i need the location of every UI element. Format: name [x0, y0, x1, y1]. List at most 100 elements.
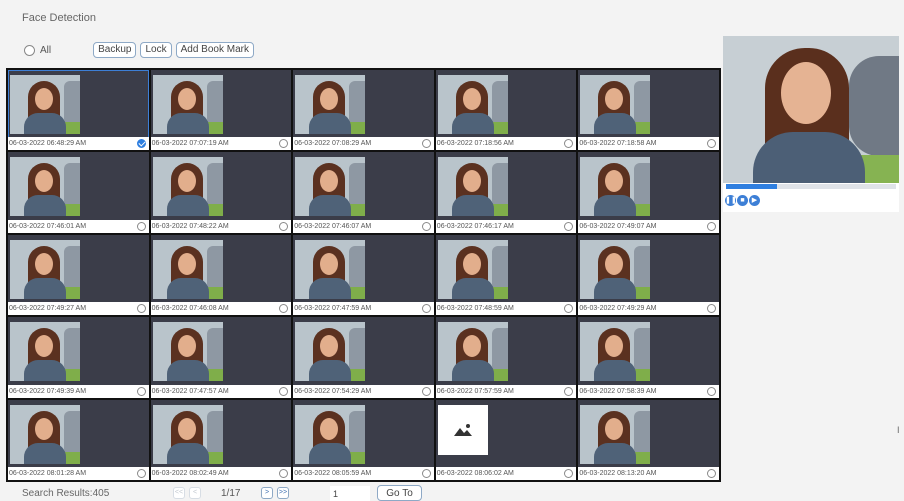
- select-radio[interactable]: [421, 386, 431, 396]
- face-thumbnail-cell[interactable]: 06-03-2022 07:54:29 AM: [293, 317, 434, 398]
- thumbnail-timestamp: 06-03-2022 07:46:01 AM: [9, 222, 87, 230]
- prev-page-button[interactable]: <: [189, 487, 201, 499]
- thumbnail-timestamp: 06-03-2022 07:18:56 AM: [436, 140, 514, 148]
- select-radio[interactable]: [136, 304, 146, 314]
- select-radio[interactable]: [279, 304, 289, 314]
- all-label: All: [40, 44, 52, 56]
- all-radio[interactable]: [24, 44, 35, 56]
- next-page-button[interactable]: >: [261, 487, 273, 499]
- thumbnail-timestamp: 06-03-2022 07:08:29 AM: [294, 140, 372, 148]
- thumbnail-caption: 06-03-2022 07:46:07 AM: [293, 219, 434, 233]
- thumbnail-timestamp: 06-03-2022 07:57:59 AM: [436, 387, 514, 395]
- footer: Search Results:405 << < 1/17 > >> Go To: [0, 484, 904, 501]
- face-thumbnail-cell[interactable]: 06-03-2022 07:47:57 AM: [150, 317, 292, 398]
- face-thumbnail-cell[interactable]: 06-03-2022 07:18:58 AM: [578, 70, 719, 151]
- page-indicator: 1/17: [221, 488, 241, 499]
- thumbnail-caption: 06-03-2022 07:49:39 AM: [8, 384, 149, 398]
- face-thumbnail-image: [152, 239, 223, 299]
- face-thumbnail-cell[interactable]: 06-03-2022 07:57:59 AM: [435, 317, 577, 398]
- face-thumbnail-image: [580, 157, 651, 217]
- select-radio[interactable]: [564, 304, 574, 314]
- select-radio[interactable]: [707, 469, 716, 478]
- select-radio[interactable]: [564, 469, 574, 478]
- search-results: Search Results:405: [22, 488, 110, 499]
- add-bookmark-button[interactable]: Add Book Mark: [175, 42, 254, 58]
- go-to-button[interactable]: Go To: [377, 485, 422, 501]
- thumbnail-caption: 06-03-2022 07:18:56 AM: [435, 137, 577, 151]
- face-thumbnail-cell[interactable]: 06-03-2022 07:49:27 AM: [8, 234, 149, 316]
- thumbnail-caption: 06-03-2022 08:05:59 AM: [293, 467, 434, 480]
- last-page-button[interactable]: >>: [277, 487, 289, 499]
- face-thumbnail-cell[interactable]: 06-03-2022 07:49:29 AM: [578, 234, 719, 316]
- selected-check-icon[interactable]: [136, 139, 146, 149]
- thumbnail-timestamp: 06-03-2022 06:48:29 AM: [9, 140, 87, 148]
- select-radio[interactable]: [707, 221, 716, 231]
- face-thumbnail-cell[interactable]: 06-03-2022 07:49:39 AM: [8, 317, 149, 398]
- select-radio[interactable]: [279, 139, 289, 149]
- select-radio[interactable]: [136, 386, 146, 396]
- lock-button[interactable]: Lock: [140, 42, 172, 58]
- face-thumbnail-cell[interactable]: 06-03-2022 08:02:49 AM: [150, 399, 292, 480]
- thumbnail-caption: 06-03-2022 07:49:29 AM: [578, 302, 719, 316]
- thumbnail-caption: 06-03-2022 07:54:29 AM: [293, 384, 434, 398]
- face-thumbnail-cell[interactable]: 06-03-2022 08:01:28 AM: [8, 399, 149, 480]
- face-thumbnail-cell[interactable]: 06-03-2022 07:58:39 AM: [578, 317, 719, 398]
- face-thumbnail-cell[interactable]: 06-03-2022 08:05:59 AM: [293, 399, 434, 480]
- thumbnail-timestamp: 06-03-2022 07:49:39 AM: [9, 387, 87, 395]
- face-thumbnail-cell[interactable]: 06-03-2022 07:07:19 AM: [150, 70, 292, 151]
- face-thumbnail-image: [10, 157, 80, 217]
- select-radio[interactable]: [564, 139, 574, 149]
- face-thumbnail-cell[interactable]: 06-03-2022 07:48:59 AM: [435, 234, 577, 316]
- face-thumbnail-image: [295, 157, 366, 217]
- select-radio[interactable]: [421, 139, 431, 149]
- face-thumbnail-image: [295, 239, 366, 299]
- select-radio[interactable]: [279, 386, 289, 396]
- thumbnail-timestamp: 06-03-2022 08:02:49 AM: [151, 470, 229, 477]
- face-thumbnail-cell[interactable]: 06-03-2022 07:49:07 AM: [578, 152, 719, 233]
- face-thumbnail-cell[interactable]: 06-03-2022 07:46:01 AM: [8, 152, 149, 233]
- face-thumbnail-image: [437, 322, 508, 382]
- thumbnail-caption: 06-03-2022 07:18:58 AM: [578, 137, 719, 151]
- face-thumbnail-cell[interactable]: 06-03-2022 06:48:29 AM: [8, 70, 149, 151]
- stop-icon[interactable]: ■: [737, 195, 748, 206]
- thumbnail-timestamp: 06-03-2022 07:48:59 AM: [436, 305, 514, 313]
- select-radio[interactable]: [279, 221, 289, 231]
- select-radio[interactable]: [421, 221, 431, 231]
- face-thumbnail-cell[interactable]: 06-03-2022 08:06:02 AM: [435, 399, 577, 480]
- select-radio[interactable]: [707, 304, 716, 314]
- thumbnail-timestamp: 06-03-2022 07:58:39 AM: [579, 387, 657, 395]
- thumbnail-caption: 06-03-2022 07:46:08 AM: [150, 302, 292, 316]
- face-thumbnail-cell[interactable]: 06-03-2022 07:46:07 AM: [293, 152, 434, 233]
- playback-controls: ❚❚ ■ ▶: [725, 195, 760, 206]
- face-thumbnail-cell[interactable]: 06-03-2022 07:08:29 AM: [293, 70, 434, 151]
- select-radio[interactable]: [279, 469, 289, 478]
- playback-progress[interactable]: [726, 184, 896, 189]
- thumbnail-caption: 06-03-2022 07:58:39 AM: [578, 384, 719, 398]
- backup-button[interactable]: Backup: [93, 42, 137, 58]
- select-radio[interactable]: [421, 469, 431, 478]
- thumbnail-timestamp: 06-03-2022 07:49:27 AM: [9, 305, 87, 313]
- select-radio[interactable]: [707, 386, 716, 396]
- face-thumbnail-cell[interactable]: 06-03-2022 07:46:08 AM: [150, 234, 292, 316]
- forward-icon[interactable]: ▶: [749, 195, 760, 206]
- select-radio[interactable]: [136, 469, 146, 478]
- select-radio[interactable]: [707, 139, 716, 149]
- face-thumbnail-image: [295, 75, 366, 134]
- face-thumbnail-cell[interactable]: 06-03-2022 07:18:56 AM: [435, 70, 577, 151]
- face-thumbnail-cell[interactable]: 06-03-2022 07:48:22 AM: [150, 152, 292, 233]
- thumbnail-caption: 06-03-2022 07:57:59 AM: [435, 384, 577, 398]
- thumbnail-caption: 06-03-2022 07:08:29 AM: [293, 137, 434, 151]
- face-thumbnail-cell[interactable]: 06-03-2022 07:46:17 AM: [435, 152, 577, 233]
- page-input[interactable]: [330, 486, 370, 501]
- select-radio[interactable]: [564, 221, 574, 231]
- face-thumbnail-cell[interactable]: 06-03-2022 07:47:59 AM: [293, 234, 434, 316]
- face-thumbnail-cell[interactable]: 06-03-2022 08:13:20 AM: [578, 399, 719, 480]
- thumbnail-timestamp: 06-03-2022 07:47:59 AM: [294, 305, 372, 313]
- select-radio[interactable]: [136, 221, 146, 231]
- first-page-button[interactable]: <<: [173, 487, 185, 499]
- select-radio[interactable]: [421, 304, 431, 314]
- select-radio[interactable]: [564, 386, 574, 396]
- face-thumbnail-image: [437, 239, 508, 299]
- face-thumbnail-image: [580, 75, 651, 134]
- pause-icon[interactable]: ❚❚: [725, 195, 737, 206]
